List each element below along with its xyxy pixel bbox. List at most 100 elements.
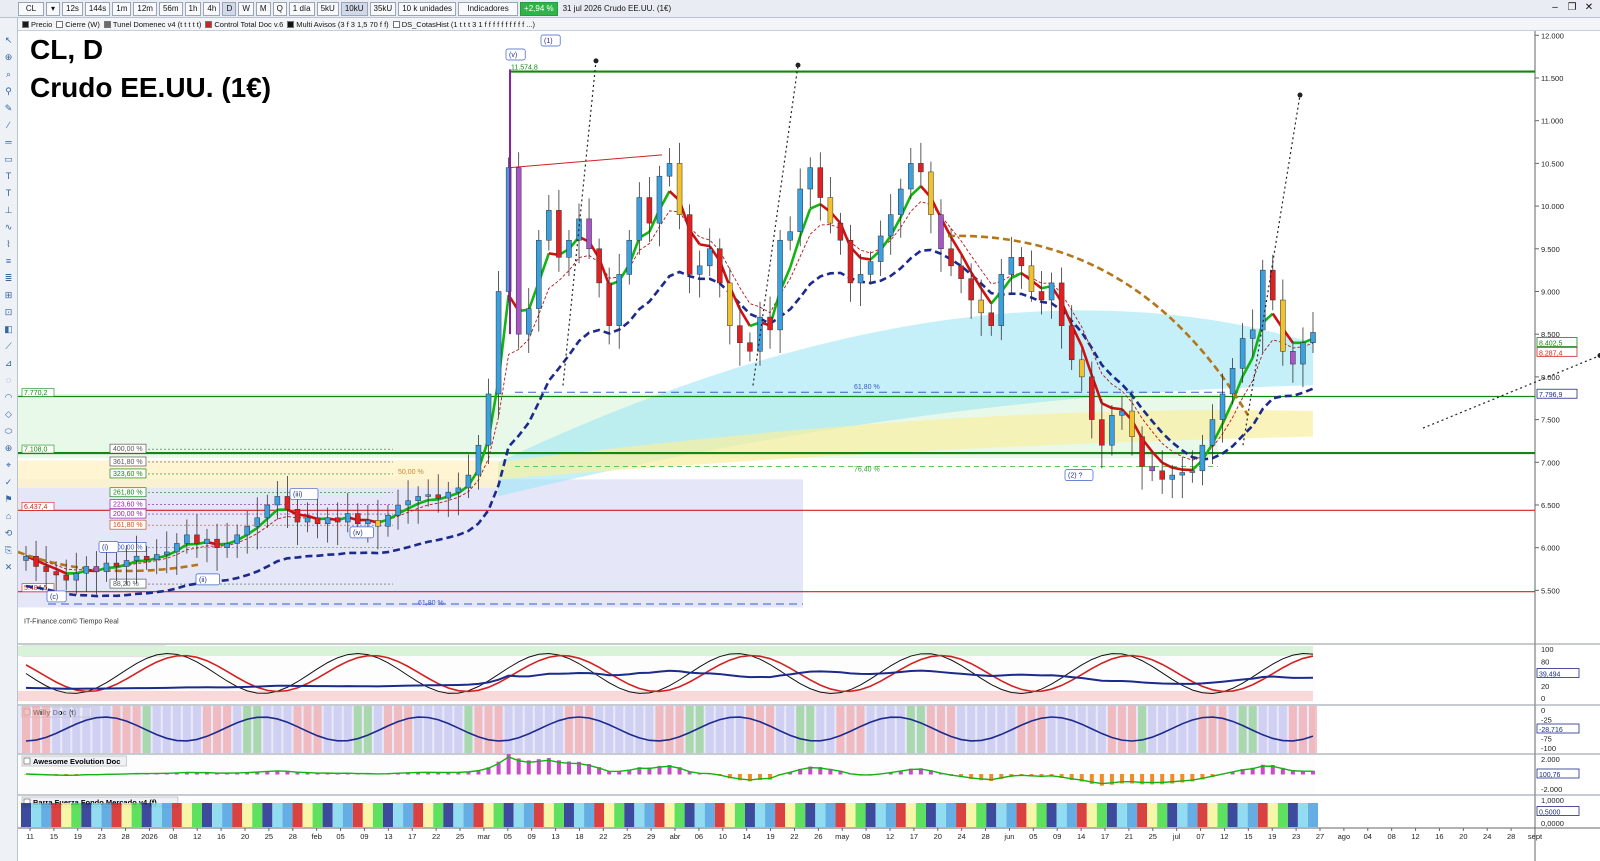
drawing-tool-icon[interactable]: T — [3, 170, 15, 182]
drawing-tool-icon[interactable]: ✎ — [3, 102, 15, 114]
fib-label: 223,60 % — [113, 502, 143, 509]
drawing-tool-icon[interactable]: ⊡ — [3, 306, 15, 318]
timeframe-button[interactable]: 12m — [133, 1, 157, 16]
drawing-tool-icon[interactable]: ◇ — [3, 408, 15, 420]
drawing-tool-icon[interactable]: ⚑ — [3, 493, 15, 505]
willy-bar — [1158, 706, 1167, 753]
timeframe-button[interactable]: M — [255, 1, 271, 16]
timeframe-button[interactable]: D — [222, 1, 237, 16]
overlay-item[interactable]: Multi Avisos (3 f 3 1,5 70 f f) — [287, 20, 389, 29]
overlay-label: Cierre (W) — [65, 19, 100, 29]
symbol-dropdown-icon[interactable]: ▾ — [46, 1, 60, 16]
candle-body — [1139, 436, 1145, 467]
symbol-selector[interactable]: CL — [18, 1, 44, 16]
drawing-tool-icon[interactable]: ∿ — [3, 221, 15, 233]
drawing-tool-icon[interactable]: ◌ — [3, 374, 15, 386]
timeframe-button[interactable]: 56m — [158, 1, 183, 16]
units-selector[interactable]: 10 k unidades — [398, 1, 457, 16]
x-tick-label: 21 — [1125, 832, 1133, 841]
willy-bar — [1178, 706, 1187, 753]
willy-bar — [605, 706, 614, 753]
overlay-item[interactable]: DS_CotasHist (1 t t t 3 1 f f f f f f f … — [392, 20, 535, 29]
candle-body — [395, 504, 401, 516]
candle-body — [616, 274, 622, 326]
willy-bar — [112, 706, 121, 753]
drawing-tool-icon[interactable]: ⊕ — [3, 442, 15, 454]
willy-bar — [1298, 706, 1307, 753]
candle-body — [1310, 332, 1316, 343]
force-bar — [563, 803, 574, 827]
overlay-item[interactable]: Tunel Domenec v4 (t t t t t) — [103, 20, 201, 29]
drawing-tool-icon[interactable]: ⊞ — [3, 289, 15, 301]
force-bar — [553, 803, 564, 827]
drawing-tool-icon[interactable]: ⬭ — [3, 425, 15, 437]
unit-button[interactable]: 5kU — [316, 1, 339, 16]
candle-body — [445, 491, 452, 499]
drawing-tool-icon[interactable]: ✓ — [3, 476, 15, 488]
overlay-item[interactable]: Cierre (W) — [56, 20, 100, 29]
y-tick-label: 9.000 — [1541, 287, 1560, 296]
timeframe-button[interactable]: 1h — [184, 1, 202, 16]
x-tick-label: 16 — [217, 832, 225, 841]
drawing-tool-icon[interactable]: ▭ — [3, 153, 15, 165]
drawing-tool-icon[interactable]: ≡ — [3, 255, 15, 267]
willy-bar — [353, 706, 362, 753]
drawing-tool-icon[interactable]: ✕ — [3, 561, 15, 573]
drawing-tool-icon[interactable]: ≣ — [3, 272, 15, 284]
timeframe-button[interactable]: 1m — [112, 1, 132, 16]
drawing-tool-icon[interactable]: ∕ — [3, 119, 15, 131]
unit-button[interactable]: 10kU — [340, 1, 368, 16]
timeframe-button[interactable]: Q — [272, 1, 287, 16]
drawing-tool-icon[interactable]: ═ — [3, 136, 15, 148]
indicators-button[interactable]: Indicadores — [458, 1, 519, 16]
minimize-icon[interactable]: – — [1548, 2, 1562, 13]
overlay-swatch — [56, 20, 64, 28]
drawing-tool-icon[interactable]: ⊿ — [3, 357, 15, 369]
force-bar — [312, 803, 323, 827]
overlay-item[interactable]: Control Total Doc v.6 — [205, 20, 283, 29]
drawing-tool-icon[interactable]: ◧ — [3, 323, 15, 335]
willy-bar — [1238, 706, 1247, 753]
timeframe-button[interactable]: 4h — [203, 1, 221, 16]
x-tick-label: 26 — [814, 832, 822, 841]
unit-button[interactable]: 35kU — [369, 1, 397, 16]
timeframe-button[interactable]: 12s — [62, 1, 83, 16]
willy-bar — [464, 706, 473, 753]
willy-bar — [394, 706, 403, 753]
period-selector[interactable]: 1 día — [288, 1, 315, 16]
price-chart[interactable]: 5.5006.0006.5007.0007.5008.0008.5009.000… — [18, 31, 1600, 861]
drawing-tool-icon[interactable]: ⚲ — [3, 85, 15, 97]
force-bar — [1287, 803, 1298, 827]
restore-icon[interactable]: ❐ — [1565, 2, 1579, 13]
drawing-tool-icon[interactable]: T — [3, 187, 15, 199]
overlay-swatch — [22, 20, 29, 28]
timeframe-button[interactable]: 144s — [84, 1, 111, 16]
force-bar — [1167, 803, 1178, 827]
candle-body — [1078, 359, 1085, 378]
drawing-tool-icon[interactable]: ⟋ — [3, 340, 15, 352]
drawing-tool-icon[interactable]: ⟲ — [3, 527, 15, 539]
wave-label: (iii) — [293, 491, 302, 498]
drawing-tool-icon[interactable]: ⌂ — [3, 510, 15, 522]
close-icon[interactable]: ✕ — [1582, 2, 1596, 13]
panel-scale-label: -25 — [1541, 716, 1552, 725]
force-bar — [111, 803, 122, 827]
timeframe-button[interactable]: W — [238, 1, 254, 16]
x-tick-label: 28 — [121, 832, 129, 841]
drawing-tool-icon[interactable]: ⊥ — [3, 204, 15, 216]
overlay-item[interactable]: Precio — [22, 20, 52, 29]
x-tick-label: 14 — [742, 832, 750, 841]
drawing-tool-icon[interactable]: ⌇ — [3, 238, 15, 250]
drawing-tool-icon[interactable]: ⎘ — [3, 544, 15, 556]
willy-bar — [1288, 706, 1297, 753]
drawing-tool-icon[interactable]: ↖ — [3, 34, 15, 46]
willy-bar — [856, 706, 865, 753]
drawing-tool-icon[interactable]: ⊕ — [3, 51, 15, 63]
drawing-tool-icon[interactable]: ⌖ — [3, 459, 15, 471]
willy-bar — [1278, 706, 1287, 753]
force-bar — [654, 803, 665, 827]
candle-body — [33, 555, 39, 567]
drawing-tool-icon[interactable]: ◠ — [3, 391, 15, 403]
drawing-tool-icon[interactable]: ⌕ — [3, 68, 15, 80]
willy-bar — [233, 706, 242, 753]
